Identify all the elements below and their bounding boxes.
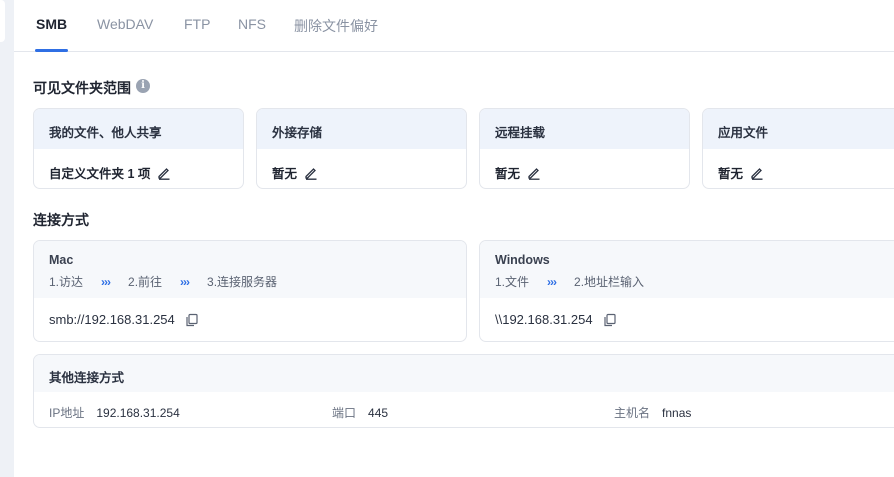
windows-step-2: 2.地址栏输入 — [574, 275, 645, 289]
windows-steps: 1.文件 ››› 2.地址栏输入 — [495, 273, 894, 290]
windows-connection-card: Windows 1.文件 ››› 2.地址栏输入 \\192.168.31.25… — [479, 240, 894, 342]
chevron-right-icon: ››› — [101, 274, 111, 289]
copy-icon[interactable] — [185, 313, 199, 327]
folder-card-value: 暂无 — [495, 167, 521, 181]
port-label: 端口 — [332, 406, 357, 420]
mac-step-3: 3.连接服务器 — [207, 275, 278, 289]
folder-card-header: 我的文件、他人共享 — [34, 109, 243, 149]
folder-card-value: 自定义文件夹 1 项 — [49, 167, 151, 181]
edit-icon[interactable] — [157, 166, 171, 180]
tab-smb[interactable]: SMB — [36, 16, 67, 32]
folder-card-header: 应用文件 — [703, 109, 894, 149]
ip-value: 192.168.31.254 — [96, 406, 180, 420]
chevron-right-icon: ››› — [180, 274, 190, 289]
mac-step-1: 1.访达 — [49, 275, 84, 289]
port-value: 445 — [368, 406, 389, 420]
ip-label: IP地址 — [49, 406, 85, 420]
info-icon[interactable]: i — [136, 79, 150, 93]
folder-card-external-storage: 外接存储 暂无 — [256, 108, 467, 189]
folder-card-header: 外接存储 — [257, 109, 466, 149]
other-connection-card: 其他连接方式 IP地址 192.168.31.254 端口 445 主机名 fnnas — [33, 354, 894, 428]
edit-icon[interactable] — [527, 166, 541, 180]
folder-card-remote-mount: 远程挂载 暂无 — [479, 108, 690, 189]
folder-card-header: 远程挂载 — [480, 109, 689, 149]
mac-label: Mac — [49, 253, 74, 267]
left-panel-edge — [0, 0, 5, 42]
smb-settings-panel: SMB WebDAV FTP NFS 删除文件偏好 可见文件夹范围 i 我的文件… — [14, 0, 894, 477]
edit-icon[interactable] — [750, 166, 764, 180]
mac-step-2: 2.前往 — [128, 275, 163, 289]
hostname-value: fnnas — [662, 406, 692, 420]
mac-smb-address: smb://192.168.31.254 — [49, 312, 175, 327]
windows-label: Windows — [495, 253, 550, 267]
mac-steps: 1.访达 ››› 2.前往 ››› 3.连接服务器 — [49, 273, 466, 290]
windows-step-1: 1.文件 — [495, 275, 530, 289]
tab-webdav[interactable]: WebDAV — [97, 16, 153, 32]
other-connection-title: 其他连接方式 — [34, 355, 894, 392]
visible-folders-title: 可见文件夹范围 — [33, 80, 131, 96]
tab-nfs[interactable]: NFS — [238, 16, 266, 32]
folder-card-value: 暂无 — [718, 167, 744, 181]
tab-delete-file-preference[interactable]: 删除文件偏好 — [294, 16, 378, 36]
protocol-tabs: SMB WebDAV FTP NFS 删除文件偏好 — [14, 0, 894, 52]
folder-card-value: 暂无 — [272, 167, 298, 181]
edit-icon[interactable] — [304, 166, 318, 180]
active-tab-indicator — [35, 49, 68, 52]
folder-card-my-files: 我的文件、他人共享 自定义文件夹 1 项 — [33, 108, 244, 189]
folder-card-app-files: 应用文件 暂无 — [702, 108, 894, 189]
copy-icon[interactable] — [603, 313, 617, 327]
connection-method-title: 连接方式 — [33, 212, 89, 228]
chevron-right-icon: ››› — [547, 274, 557, 289]
mac-connection-card: Mac 1.访达 ››› 2.前往 ››› 3.连接服务器 smb://192.… — [33, 240, 467, 342]
windows-smb-address: \\192.168.31.254 — [495, 312, 593, 327]
tab-ftp[interactable]: FTP — [184, 16, 210, 32]
hostname-label: 主机名 — [614, 406, 651, 420]
